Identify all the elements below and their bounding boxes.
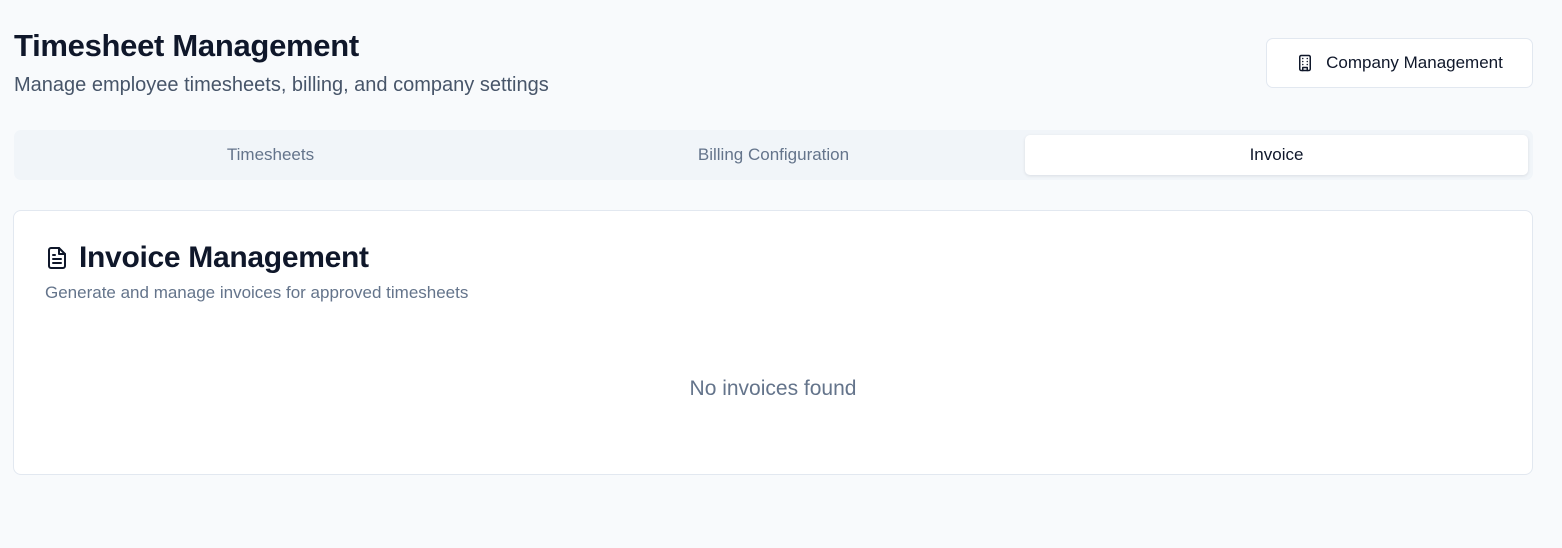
tab-invoice[interactable]: Invoice bbox=[1025, 135, 1528, 175]
tab-billing-configuration[interactable]: Billing Configuration bbox=[522, 135, 1025, 175]
card-description: Generate and manage invoices for approve… bbox=[45, 283, 469, 302]
page-title: Timesheet Management bbox=[14, 28, 359, 63]
card-header: Invoice Management bbox=[45, 241, 369, 275]
empty-state-message: No invoices found bbox=[689, 377, 857, 400]
invoice-management-card: Invoice Management Generate and manage i… bbox=[13, 210, 1533, 475]
page-header: Timesheet Management Manage employee tim… bbox=[14, 28, 1533, 98]
company-management-label: Company Management bbox=[1326, 53, 1503, 72]
company-management-button[interactable]: Company Management bbox=[1266, 38, 1533, 88]
card-title: Invoice Management bbox=[79, 241, 369, 274]
page-subtitle: Manage employee timesheets, billing, and… bbox=[14, 74, 549, 96]
page: Timesheet Management Manage employee tim… bbox=[0, 0, 1562, 548]
file-text-icon bbox=[45, 246, 69, 270]
tab-list: Timesheets Billing Configuration Invoice bbox=[14, 130, 1533, 180]
building-icon bbox=[1296, 54, 1314, 72]
tab-timesheets[interactable]: Timesheets bbox=[19, 135, 522, 175]
